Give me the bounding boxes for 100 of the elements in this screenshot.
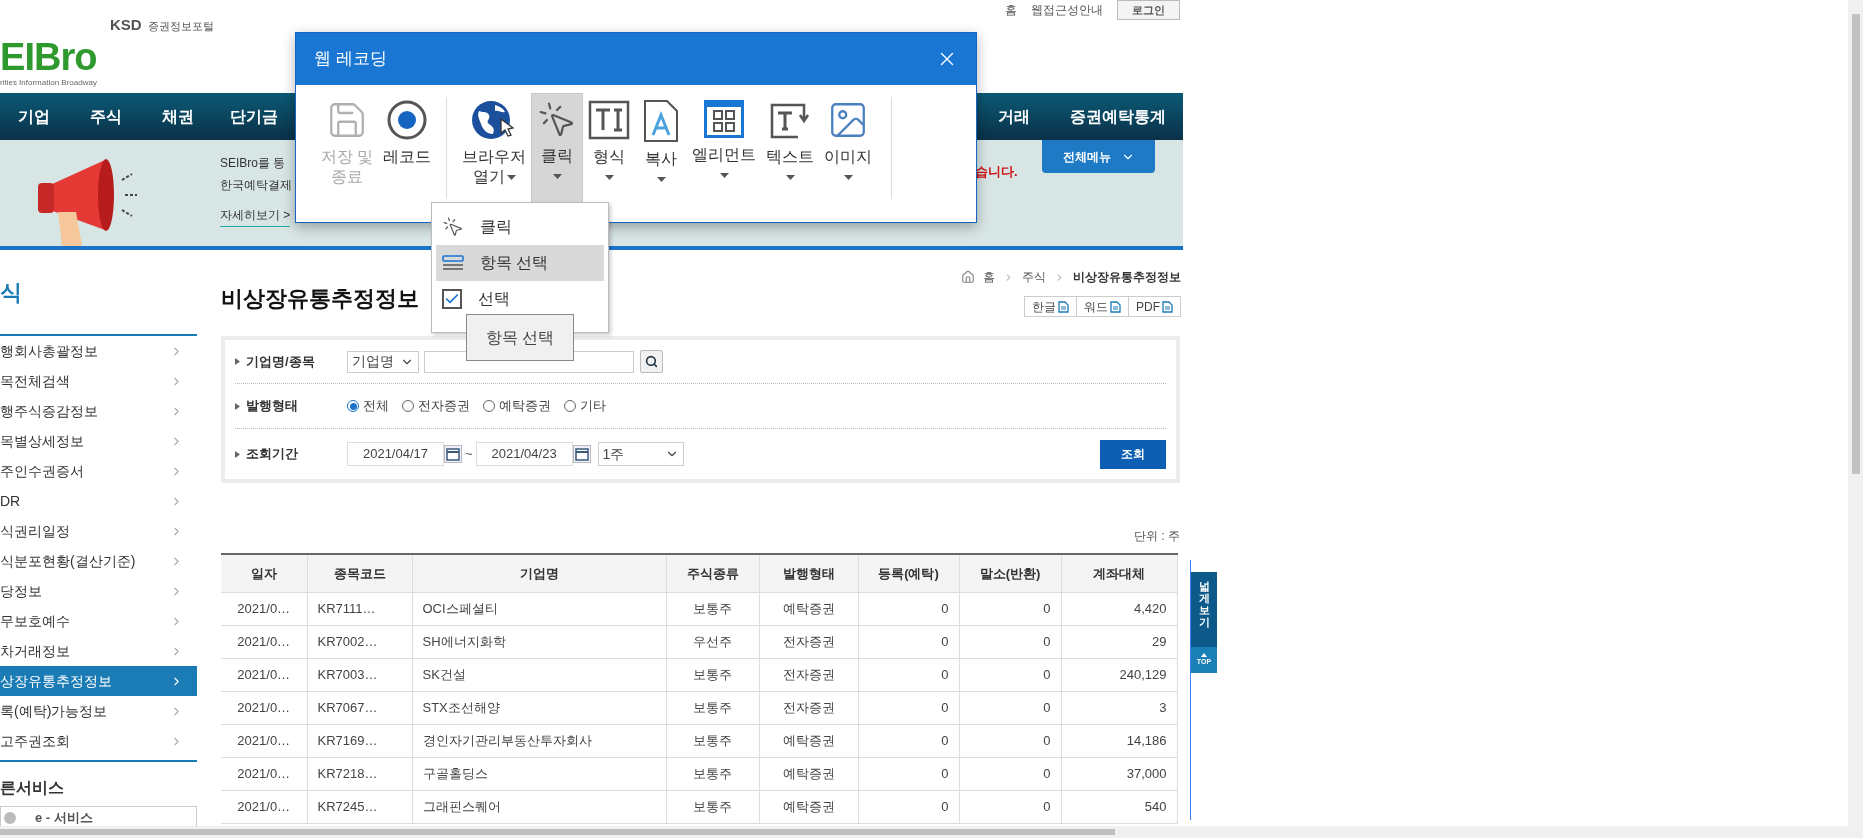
toolbar-button[interactable]: 레코드 <box>378 93 437 203</box>
table-cell: 0 <box>858 625 959 658</box>
menu-item[interactable]: 항목 선택 <box>436 245 604 281</box>
period-select[interactable]: 1주 <box>597 442 684 466</box>
table-cell: SH에너지화학 <box>412 625 666 658</box>
date-field[interactable]: 2021/04/17 <box>347 442 444 466</box>
nav-item[interactable]: 거래 <box>998 104 1030 129</box>
table-cell: KR7245… <box>307 790 412 823</box>
radio-option[interactable]: 전자증권 <box>402 396 470 416</box>
radio-option[interactable]: 예탁증권 <box>483 396 551 416</box>
company-select[interactable]: 기업명 <box>347 350 419 373</box>
export-button[interactable]: 워드 <box>1076 296 1129 317</box>
table-cell: 4,420 <box>1061 592 1177 625</box>
section-title: 른서비스 <box>0 778 65 798</box>
table-cell: 2021/0… <box>221 658 307 691</box>
search-button[interactable] <box>640 350 663 373</box>
table-cell: 예탁증권 <box>759 724 858 757</box>
toolbar-button[interactable]: 형식 <box>583 93 636 203</box>
column-header: 발행형태 <box>759 554 858 592</box>
table-cell: 2021/0… <box>221 790 307 823</box>
toolbar-button[interactable]: 복사 <box>635 93 688 203</box>
nav-item[interactable]: 기업 <box>18 104 50 129</box>
submit-button[interactable]: 조회 <box>1100 439 1166 469</box>
table-cell: 0 <box>959 691 1061 724</box>
table-cell: 0 <box>858 790 959 823</box>
table-cell: 0 <box>959 724 1061 757</box>
list-item-icon <box>442 255 464 271</box>
sidebar-item[interactable]: 식권리일정 <box>0 516 197 546</box>
table-cell: 2021/0… <box>221 757 307 790</box>
date-separator: ~ <box>465 445 473 464</box>
banner-text: 한국예탁결제 <box>220 177 292 194</box>
home-icon <box>961 270 975 284</box>
nav-item[interactable]: 증권예탁통계 <box>1070 104 1166 129</box>
horizontal-scrollbar[interactable] <box>0 826 1848 838</box>
sidebar-item[interactable]: 무보호예수 <box>0 606 197 636</box>
sidebar-item[interactable]: 록(예탁)가능정보 <box>0 696 197 726</box>
export-button[interactable]: PDF <box>1128 296 1181 317</box>
table-cell: 0 <box>959 625 1061 658</box>
banner-text: SEIBro를 통 <box>220 155 287 172</box>
table-cell: 0 <box>858 658 959 691</box>
toolbar-button[interactable]: 엘리먼트 <box>687 93 762 203</box>
menu-item[interactable]: 선택 <box>436 281 604 317</box>
toolbar-button[interactable]: 클릭 <box>531 93 584 203</box>
sidebar-item[interactable]: 고주권조회 <box>0 726 197 756</box>
table-cell: SK건설 <box>412 658 666 691</box>
column-header: 계좌대체 <box>1061 554 1177 592</box>
sidebar-item[interactable]: 주인수권증서 <box>0 456 197 486</box>
sidebar-item[interactable]: 행주식증감정보 <box>0 396 197 426</box>
field-label: 조회기간 <box>235 444 347 464</box>
radio-option[interactable]: 전체 <box>347 396 389 416</box>
text-format-icon <box>588 99 631 141</box>
breadcrumb-link[interactable]: 홈 <box>983 268 995 286</box>
all-menu-button[interactable]: 전체메뉴 <box>1042 140 1155 173</box>
breadcrumb-link[interactable]: 주식 <box>1022 268 1046 286</box>
sidebar-item[interactable]: 목전체검색 <box>0 366 197 396</box>
toolbar-button[interactable]: 브라우저 열기 <box>457 93 532 203</box>
menu-item[interactable]: 클릭 <box>436 209 604 245</box>
table-cell: 그래핀스퀘어 <box>412 790 666 823</box>
sidebar-item[interactable]: 행회사총괄정보 <box>0 336 197 366</box>
wide-view-tab[interactable]: 넓게보기 <box>1191 572 1217 647</box>
calendar-icon[interactable] <box>572 445 591 463</box>
table-cell: 예탁증권 <box>759 757 858 790</box>
nav-item[interactable]: 채권 <box>162 104 194 129</box>
table-cell: 14,186 <box>1061 724 1177 757</box>
vertical-scrollbar[interactable] <box>1848 0 1863 838</box>
top-link[interactable]: 홈 <box>1005 1 1017 19</box>
toolbar-button[interactable]: 텍스트 <box>761 93 820 203</box>
details-link[interactable]: 자세히보기 > <box>220 206 291 227</box>
top-link[interactable]: 웹접근성안내 <box>1031 1 1103 19</box>
sidebar-item[interactable]: 상장유통추정정보 <box>0 666 197 696</box>
sidebar-item[interactable]: 식분포현황(결산기준) <box>0 546 197 576</box>
sidebar-item[interactable]: 목별상세정보 <box>0 426 197 456</box>
document-icon <box>1058 300 1069 313</box>
checkbox[interactable] <box>442 289 462 309</box>
table-cell: 예탁증권 <box>759 592 858 625</box>
table-cell: 2021/0… <box>221 625 307 658</box>
toolbar-button[interactable]: 이미지 <box>819 93 878 203</box>
column-header: 주식종류 <box>666 554 759 592</box>
table-cell: 0 <box>858 724 959 757</box>
table-cell: 보통주 <box>666 724 759 757</box>
sidebar-item[interactable]: DR <box>0 486 197 516</box>
nav-item[interactable]: 주식 <box>90 104 122 129</box>
up-arrow-icon <box>1201 652 1207 657</box>
radio-option[interactable]: 기타 <box>564 396 606 416</box>
table-cell: 0 <box>959 658 1061 691</box>
login-button[interactable]: 로그인 <box>1117 0 1180 20</box>
calendar-icon[interactable] <box>444 445 462 463</box>
sidebar-item[interactable]: 차거래정보 <box>0 636 197 666</box>
table-cell: 0 <box>959 592 1061 625</box>
table-cell: 보통주 <box>666 691 759 724</box>
logo-wordmark[interactable]: EIBro <box>0 36 214 77</box>
export-button[interactable]: 한글 <box>1024 296 1077 317</box>
date-field[interactable]: 2021/04/23 <box>475 442 573 466</box>
document-icon <box>1162 300 1173 313</box>
sidebar-item[interactable]: 당정보 <box>0 576 197 606</box>
nav-item[interactable]: 단기금 <box>230 104 278 129</box>
breadcrumb-link[interactable]: 비상장유통추정정보 <box>1073 268 1181 286</box>
logo-tagline: rities Information Broadway <box>0 76 98 89</box>
column-header: 일자 <box>221 554 307 592</box>
table-cell: KR7169… <box>307 724 412 757</box>
